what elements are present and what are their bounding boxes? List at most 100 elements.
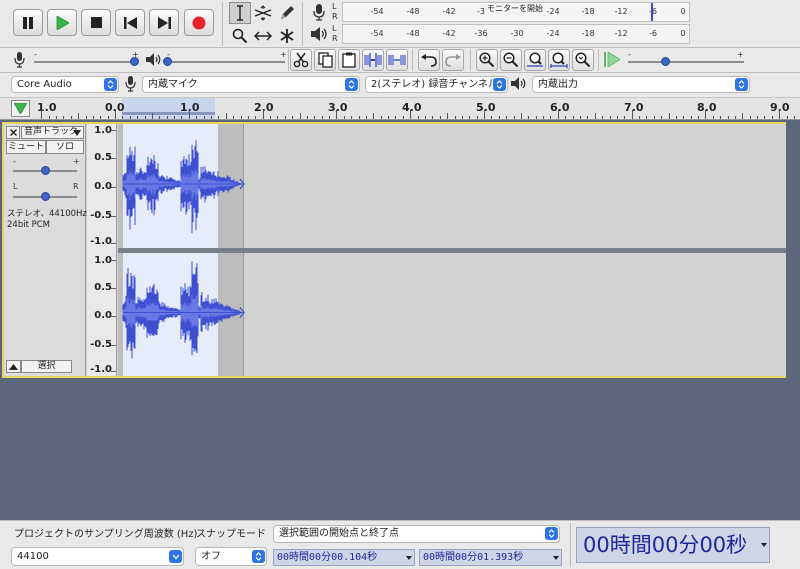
draw-tool[interactable] xyxy=(276,2,298,24)
ruler-tick xyxy=(484,110,485,119)
copy-button[interactable] xyxy=(314,49,336,71)
audio-host-select[interactable]: Core Audio xyxy=(11,76,119,93)
cut-button[interactable] xyxy=(290,49,312,71)
ruler-tick xyxy=(247,116,249,119)
mute-button[interactable]: ミュート xyxy=(6,140,46,154)
zoom-out-button[interactable] xyxy=(500,49,522,71)
play-at-speed-button[interactable] xyxy=(604,51,624,68)
record-meter-tick: 0 xyxy=(680,7,686,16)
selection-range-mode-select[interactable]: 選択範囲の開始点と終了点 xyxy=(273,525,560,543)
snap-mode-label: スナップモード xyxy=(196,529,266,540)
play-meter-left-label: L xyxy=(332,24,337,33)
play-speed-slider[interactable] xyxy=(628,61,744,63)
waveform-channel-left[interactable] xyxy=(118,124,786,248)
track-info-line2: 24bit PCM xyxy=(7,220,51,230)
record-button[interactable] xyxy=(184,9,214,36)
collapse-track-button[interactable] xyxy=(6,360,21,373)
track-pan-knob[interactable] xyxy=(41,192,50,201)
play-meter-tick: -36 xyxy=(474,29,488,38)
audio-track[interactable]: 音声トラック ミュート ソロ - + L R ステレオ、44100Hz 24bi… xyxy=(2,122,786,378)
playback-meter[interactable]: -54 -48 -42 -36 -30 -24 -18 -12 -6 0 xyxy=(342,24,690,44)
playback-meter-button[interactable] xyxy=(310,25,328,43)
stop-icon xyxy=(90,17,102,28)
stop-button[interactable] xyxy=(81,9,111,36)
triangle-up-icon xyxy=(9,363,18,370)
pause-button[interactable] xyxy=(13,9,43,36)
record-meter[interactable]: -54 -48 -42 -3 モニターを開始 -24 -18 -12 -6 0 xyxy=(342,2,690,22)
playback-device-select[interactable]: 内蔵出力 xyxy=(532,76,750,93)
solo-button[interactable]: ソロ xyxy=(46,140,84,154)
fit-project-button[interactable] xyxy=(548,49,570,71)
ruler-tick xyxy=(683,116,685,119)
selection-end-value: 00時間00分01.393秒 xyxy=(423,552,524,563)
ruler-tick xyxy=(550,116,552,119)
ruler-tick xyxy=(690,116,692,119)
undo-button[interactable] xyxy=(418,49,440,71)
ruler-tick xyxy=(56,116,57,119)
ruler-label: 2.0 xyxy=(254,101,274,114)
input-volume-knob[interactable] xyxy=(130,57,139,66)
scissors-icon xyxy=(293,52,309,68)
play-meter-right-label: R xyxy=(332,34,338,43)
paste-button[interactable] xyxy=(338,49,360,71)
waveform-peaks xyxy=(122,261,241,359)
selection-end-time[interactable]: 00時間00分01.393秒 xyxy=(419,549,562,566)
pin-playhead-button[interactable] xyxy=(11,100,30,117)
trim-button[interactable] xyxy=(362,49,384,71)
play-meter-tick: -24 xyxy=(546,29,560,38)
fit-selection-button[interactable] xyxy=(524,49,546,71)
copy-icon xyxy=(317,52,333,68)
ruler-tick xyxy=(661,116,663,119)
track-name-menu[interactable]: 音声トラック xyxy=(21,126,84,139)
ruler-tick xyxy=(794,116,795,119)
undo-icon xyxy=(421,53,437,67)
track-gain-knob[interactable] xyxy=(41,166,50,175)
play-meter-tick: -12 xyxy=(614,29,628,38)
envelope-tool[interactable] xyxy=(252,2,274,24)
record-meter-monitor-label[interactable]: モニターを開始 xyxy=(485,3,545,14)
multi-tool[interactable] xyxy=(276,25,298,47)
ruler-tick xyxy=(439,116,441,119)
output-volume-knob[interactable] xyxy=(163,57,172,66)
snap-mode-select[interactable]: オフ xyxy=(195,547,267,566)
play-meter-tick: -6 xyxy=(649,29,657,38)
waveform-channel-right[interactable] xyxy=(118,253,786,376)
redo-button[interactable] xyxy=(442,49,464,71)
selection-start-time[interactable]: 00時間00分00.104秒 xyxy=(273,549,415,566)
recording-channels-select[interactable]: 2(ステレオ) 録音チャンネル xyxy=(365,76,508,93)
play-icon xyxy=(56,15,69,30)
ruler-tick xyxy=(336,110,338,119)
audio-position-display[interactable]: 00時間00分00秒 xyxy=(576,527,770,563)
play-speed-knob[interactable] xyxy=(661,57,670,66)
play-meter-tick: -18 xyxy=(581,29,595,38)
time-shift-tool[interactable] xyxy=(252,25,274,47)
project-rate-combo[interactable]: 44100 xyxy=(11,547,184,566)
ruler-tick xyxy=(491,116,493,119)
zoom-tool[interactable] xyxy=(229,25,251,47)
ruler-label: 4.0 xyxy=(402,101,422,114)
track-close-button[interactable] xyxy=(6,126,20,139)
zoom-in-button[interactable] xyxy=(476,49,498,71)
track-control-panel[interactable]: 音声トラック ミュート ソロ - + L R ステレオ、44100Hz 24bi… xyxy=(4,124,87,376)
vertical-scale[interactable]: 1.0 0.5 0.0 -0.5 -1.0 1.0 0.5 0.0 -0.5 -… xyxy=(87,124,117,376)
output-volume-slider[interactable] xyxy=(167,61,285,63)
timeline-ruler[interactable]: 1.0 0.0 1.0 2.0 3.0 4.0 5.0 6.0 7.0 8.0 … xyxy=(0,97,800,120)
record-meter-button[interactable] xyxy=(310,3,328,21)
waveform-area[interactable] xyxy=(118,124,786,376)
recording-device-select[interactable]: 内蔵マイク xyxy=(142,76,360,93)
ruler-label: 8.0 xyxy=(697,101,717,114)
input-volume-slider[interactable] xyxy=(34,61,138,63)
selection-tool[interactable] xyxy=(229,2,251,24)
caret-down-icon xyxy=(406,556,412,560)
chevron-updown-icon xyxy=(545,527,558,540)
silence-button[interactable] xyxy=(386,49,408,71)
play-button[interactable] xyxy=(47,9,77,36)
snap-mode-value: オフ xyxy=(201,551,221,562)
record-meter-tick: -42 xyxy=(442,7,456,16)
skip-to-start-button[interactable] xyxy=(115,9,145,36)
skip-to-end-button[interactable] xyxy=(149,9,179,36)
ruler-selection-bar[interactable] xyxy=(122,112,215,115)
zoom-toggle-button[interactable] xyxy=(572,49,594,71)
caret-down-icon xyxy=(553,556,559,560)
select-track-button[interactable]: 選択 xyxy=(21,360,72,373)
